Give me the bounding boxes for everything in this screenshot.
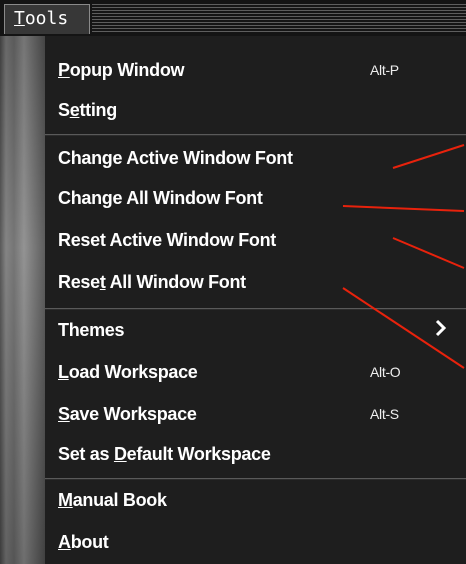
menu-item-shortcut: Alt-P (370, 62, 399, 78)
menu-item-shortcut: Alt-O (370, 364, 401, 380)
menu-item-manual-book[interactable]: Manual Book (45, 480, 466, 520)
menu-item-mnemonic: e (69, 100, 80, 120)
menu-item-mnemonic: M (58, 490, 73, 510)
menu-item-label-post: All Window Font (105, 272, 247, 292)
menu-item-label-pre: Set as (58, 444, 114, 464)
menu-item-label: Themes (58, 320, 125, 340)
menu-item-reset-all-window-font[interactable]: Reset All Window Font (45, 262, 466, 302)
menu-item-setting[interactable]: Setting (45, 90, 466, 130)
menu-item-popup-window[interactable]: Popup Window Alt-P (45, 50, 466, 90)
menu-icon-gutter (0, 36, 45, 564)
menu-item-load-workspace[interactable]: Load Workspace Alt-O (45, 352, 466, 392)
menu-item-set-default-workspace[interactable]: Set as Default Workspace (45, 434, 466, 474)
menu-item-label: bout (70, 532, 109, 552)
chevron-right-icon (435, 319, 447, 337)
menu-item-save-workspace[interactable]: Save Workspace Alt-S (45, 394, 466, 434)
tools-dropdown-menu: Popup Window Alt-P Setting Change Active… (0, 36, 466, 564)
menu-item-mnemonic: L (58, 362, 69, 382)
menu-item-label: Reset Active Window Font (58, 230, 276, 250)
menu-item-label-post: efault Workspace (126, 444, 271, 464)
menu-item-label: ave Workspace (69, 404, 197, 424)
menu-item-mnemonic: D (113, 444, 127, 464)
menu-item-label: Change All Window Font (58, 188, 263, 208)
menu-item-change-all-window-font[interactable]: Change All Window Font (45, 178, 466, 218)
menu-item-label-post: tting (79, 100, 117, 120)
tools-menu-mnemonic: T (14, 8, 25, 29)
menu-separator (45, 134, 466, 136)
tools-menu-label: ools (24, 8, 69, 29)
menu-item-shortcut: Alt-S (370, 406, 399, 422)
menu-item-label-pre: Rese (58, 272, 100, 292)
menu-item-label: Change Active Window Font (58, 148, 293, 168)
menu-item-about[interactable]: About (45, 522, 466, 562)
menu-item-label: oad Workspace (68, 362, 198, 382)
menu-item-label: opup Window (69, 60, 185, 80)
menu-item-change-active-window-font[interactable]: Change Active Window Font (45, 138, 466, 178)
menu-item-label-pre: S (58, 100, 70, 120)
menu-item-label: anual Book (72, 490, 167, 510)
menubar-title-stripes (92, 4, 466, 32)
menu-item-mnemonic: P (58, 60, 70, 80)
menu-item-mnemonic: S (58, 404, 70, 424)
menu-item-mnemonic: A (58, 532, 71, 552)
menu-item-reset-active-window-font[interactable]: Reset Active Window Font (45, 220, 466, 260)
menu-item-themes[interactable]: Themes (45, 310, 466, 350)
tools-menu[interactable]: Tools (4, 4, 90, 34)
menu-bar: Tools (0, 0, 466, 36)
